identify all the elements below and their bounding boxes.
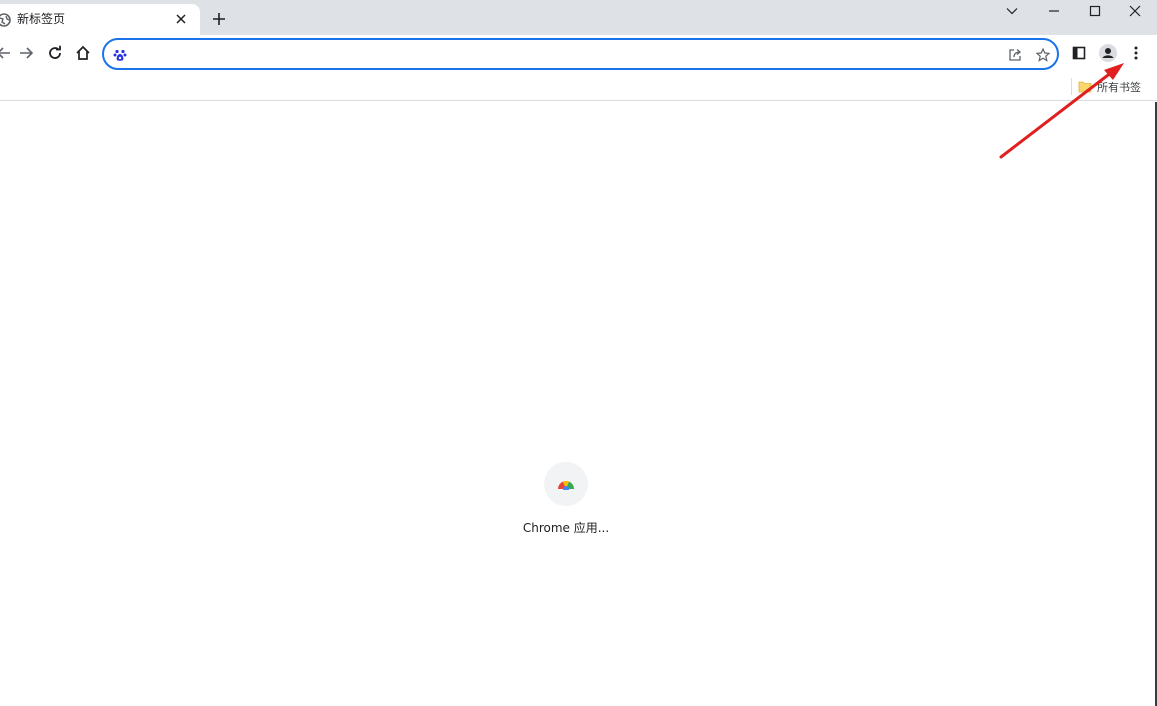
close-icon: [176, 14, 186, 24]
chrome-web-store-icon: [557, 480, 575, 490]
minimize-button[interactable]: [1034, 0, 1074, 22]
shortcut-tile[interactable]: [544, 462, 588, 506]
tab-title: 新标签页: [17, 12, 66, 26]
address-bar[interactable]: [102, 38, 1059, 70]
window-close-button[interactable]: [1115, 0, 1155, 22]
chevron-down-icon: [1006, 8, 1018, 15]
share-icon: [1009, 49, 1022, 61]
tab-search-button[interactable]: [992, 0, 1032, 22]
shortcut-label: Chrome 应用...: [522, 521, 610, 535]
arrow-right-icon: [20, 47, 34, 59]
bookmarks-separator: [1071, 78, 1072, 95]
shortcut-chrome-apps[interactable]: Chrome 应用...: [520, 462, 612, 542]
tab-new-tab[interactable]: 新标签页: [0, 4, 200, 35]
globe-icon: [0, 13, 11, 27]
forward-button[interactable]: [12, 39, 40, 67]
home-icon: [76, 45, 90, 60]
chrome-menu-button[interactable]: [1122, 39, 1150, 67]
folder-icon: [1078, 81, 1092, 93]
arrow-left-icon: [0, 47, 10, 59]
tab-strip: 新标签页: [0, 0, 1157, 35]
plus-icon: [213, 13, 225, 25]
baidu-paw-icon[interactable]: [111, 46, 129, 64]
address-input[interactable]: [136, 44, 996, 64]
reload-icon: [49, 45, 61, 59]
all-bookmarks-button[interactable]: 所有书签: [1078, 77, 1141, 97]
toolbar: [0, 35, 1157, 73]
more-vertical-icon: [1134, 46, 1138, 60]
star-icon: [1036, 48, 1050, 62]
all-bookmarks-label: 所有书签: [1097, 81, 1141, 94]
tab-close-button[interactable]: [172, 10, 190, 28]
share-button[interactable]: [1006, 46, 1024, 64]
maximize-icon: [1089, 5, 1101, 17]
side-panel-button[interactable]: [1065, 39, 1093, 67]
new-tab-page: Chrome 应用...: [0, 102, 1155, 706]
profile-button[interactable]: [1094, 39, 1122, 67]
maximize-button[interactable]: [1075, 0, 1115, 22]
home-button[interactable]: [69, 39, 97, 67]
minimize-icon: [1049, 10, 1059, 12]
side-panel-icon: [1072, 46, 1086, 60]
avatar-icon: [1099, 44, 1117, 62]
close-icon: [1129, 5, 1141, 17]
new-tab-button[interactable]: [208, 8, 230, 30]
bookmark-star-button[interactable]: [1034, 46, 1052, 64]
reload-button[interactable]: [41, 39, 69, 67]
bookmarks-bar: 所有书签: [0, 73, 1157, 101]
